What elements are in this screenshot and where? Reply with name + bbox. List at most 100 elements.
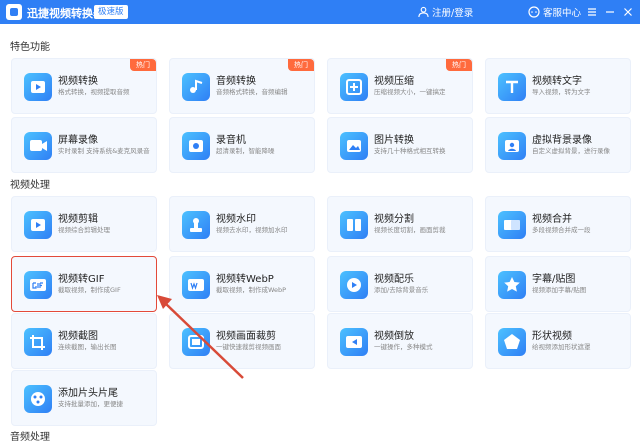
webp-icon (182, 271, 210, 299)
audio-convert-icon (182, 73, 210, 101)
menu-button[interactable] (585, 4, 599, 18)
video-edit-icon (24, 211, 52, 239)
card-desc: 视频综合剪辑处理 (58, 226, 110, 234)
star-sticker-icon (498, 271, 526, 299)
user-icon (418, 6, 429, 18)
card-desc: 实时录制 支持系统&麦克风录音 (58, 147, 150, 155)
tool-card-video-merge[interactable]: 视频合并 多段视频合并成一段 (485, 196, 631, 252)
card-title: 视频配乐 (374, 274, 414, 285)
card-title: 视频倒放 (374, 331, 414, 342)
card-title: 图片转换 (374, 135, 414, 146)
close-button[interactable] (621, 4, 635, 18)
app-title: 迅捷视频转换器 (27, 7, 104, 20)
card-desc: 导入视频，转为文字 (532, 88, 591, 96)
card-title: 字幕/贴图 (532, 274, 576, 285)
tool-card-video-to-gif[interactable]: 视频转GIF 截取视频，制作成GIF (11, 256, 157, 312)
intro-outro-icon (24, 385, 52, 413)
screenshot-icon (24, 328, 52, 356)
section-title-features: 特色功能 (10, 42, 50, 53)
tool-card-virtual-background[interactable]: 虚拟背景录像 自定义虚拟背景，进行录像 (485, 117, 631, 173)
card-desc: 压缩视频大小，一键搞定 (374, 88, 446, 96)
tool-card-video-split[interactable]: 视频分割 视频长度切割，画面剪裁 (327, 196, 473, 252)
recorder-icon (182, 132, 210, 160)
card-title: 形状视频 (532, 331, 572, 342)
card-title: 视频转GIF (58, 274, 105, 285)
card-title: 音频转换 (216, 76, 256, 87)
card-desc: 支持几十种格式相互转换 (374, 147, 446, 155)
card-title: 视频分割 (374, 214, 414, 225)
card-desc: 截取视频，制作成GIF (58, 286, 121, 294)
video-convert-icon (24, 73, 52, 101)
card-desc: 视频去水印，视频加水印 (216, 226, 288, 234)
screen-record-icon (24, 132, 52, 160)
close-icon (624, 8, 632, 16)
card-title: 视频水印 (216, 214, 256, 225)
hot-tag: 热门 (446, 59, 472, 71)
card-title: 视频转WebP (216, 274, 274, 285)
card-title: 视频转文字 (532, 76, 582, 87)
card-desc: 支持批量添加，更便捷 (58, 400, 123, 408)
card-title: 视频画面裁剪 (216, 331, 276, 342)
tool-card-intro-outro[interactable]: 添加片头片尾 支持批量添加，更便捷 (11, 370, 157, 426)
hot-tag: 热门 (130, 59, 156, 71)
video-merge-icon (498, 211, 526, 239)
reverse-icon (340, 328, 368, 356)
card-desc: 超清录制，智能降噪 (216, 147, 275, 155)
virtual-background-icon (498, 132, 526, 160)
app-logo-icon (6, 4, 22, 20)
tool-card-video-music[interactable]: 视频配乐 添加/去除背景音乐 (327, 256, 473, 312)
minimize-icon (606, 11, 614, 13)
card-title: 录音机 (216, 135, 246, 146)
card-desc: 格式转换，视频提取音频 (58, 88, 130, 96)
tool-card-video-reverse[interactable]: 视频倒放 一键操作，多种模式 (327, 313, 473, 369)
customer-service-link[interactable]: 客服中心 (528, 5, 581, 19)
card-desc: 多段视频合并成一段 (532, 226, 591, 234)
video-split-icon (340, 211, 368, 239)
card-title: 添加片头片尾 (58, 388, 118, 399)
tool-card-subtitle-sticker[interactable]: 字幕/贴图 视频添加字幕/贴图 (485, 256, 631, 312)
headset-icon (528, 6, 540, 18)
customer-service-label: 客服中心 (543, 8, 582, 19)
card-title: 视频压缩 (374, 76, 414, 87)
card-desc: 一键操作，多种模式 (374, 343, 433, 351)
card-title: 视频剪辑 (58, 214, 98, 225)
minimize-button[interactable] (603, 4, 617, 18)
tool-card-screen-record[interactable]: 屏幕录像 实时录制 支持系统&麦克风录音 (11, 117, 157, 173)
tool-card-image-convert[interactable]: 图片转换 支持几十种格式相互转换 (327, 117, 473, 173)
crop-icon (182, 328, 210, 356)
tool-card-audio-convert[interactable]: 音频转换 音频格式转换，音频编辑 热门 (169, 58, 315, 114)
card-title: 虚拟背景录像 (532, 135, 592, 146)
card-desc: 给视频添加形状遮罩 (532, 343, 591, 351)
image-convert-icon (340, 132, 368, 160)
watermark-stamp-icon (182, 211, 210, 239)
edition-badge: 极速版 (94, 5, 128, 19)
music-disc-icon (340, 271, 368, 299)
tool-card-video-to-text[interactable]: 视频转文字 导入视频，转为文字 (485, 58, 631, 114)
gif-icon (24, 271, 52, 299)
card-desc: 视频添加字幕/贴图 (532, 286, 587, 294)
tool-card-video-compress[interactable]: 视频压缩 压缩视频大小，一键搞定 热门 (327, 58, 473, 114)
tool-card-video-watermark[interactable]: 视频水印 视频去水印，视频加水印 (169, 196, 315, 252)
tool-card-video-crop[interactable]: 视频画面裁剪 一键快速裁剪视频画面 (169, 313, 315, 369)
card-title: 屏幕录像 (58, 135, 98, 146)
card-desc: 音频格式转换，音频编辑 (216, 88, 288, 96)
tool-card-video-convert[interactable]: 视频转换 格式转换，视频提取音频 热门 (11, 58, 157, 114)
card-title: 视频截图 (58, 331, 98, 342)
login-link[interactable]: 注册/登录 (418, 5, 473, 19)
hot-tag: 热门 (288, 59, 314, 71)
card-desc: 添加/去除背景音乐 (374, 286, 429, 294)
card-desc: 自定义虚拟背景，进行录像 (532, 147, 610, 155)
card-title: 视频合并 (532, 214, 572, 225)
card-desc: 截取视频，制作成WebP (216, 286, 287, 294)
card-desc: 一键快速裁剪视频画面 (216, 343, 281, 351)
card-desc: 视频长度切割，画面剪裁 (374, 226, 446, 234)
video-compress-icon (340, 73, 368, 101)
tool-card-video-to-webp[interactable]: 视频转WebP 截取视频，制作成WebP (169, 256, 315, 312)
video-to-text-icon (498, 73, 526, 101)
tool-card-shape-video[interactable]: 形状视频 给视频添加形状遮罩 (485, 313, 631, 369)
card-title: 视频转换 (58, 76, 98, 87)
section-title-video: 视频处理 (10, 180, 50, 191)
tool-card-recorder[interactable]: 录音机 超清录制，智能降噪 (169, 117, 315, 173)
tool-card-video-screenshot[interactable]: 视频截图 连续截图，输出长图 (11, 313, 157, 369)
tool-card-video-edit[interactable]: 视频剪辑 视频综合剪辑处理 (11, 196, 157, 252)
